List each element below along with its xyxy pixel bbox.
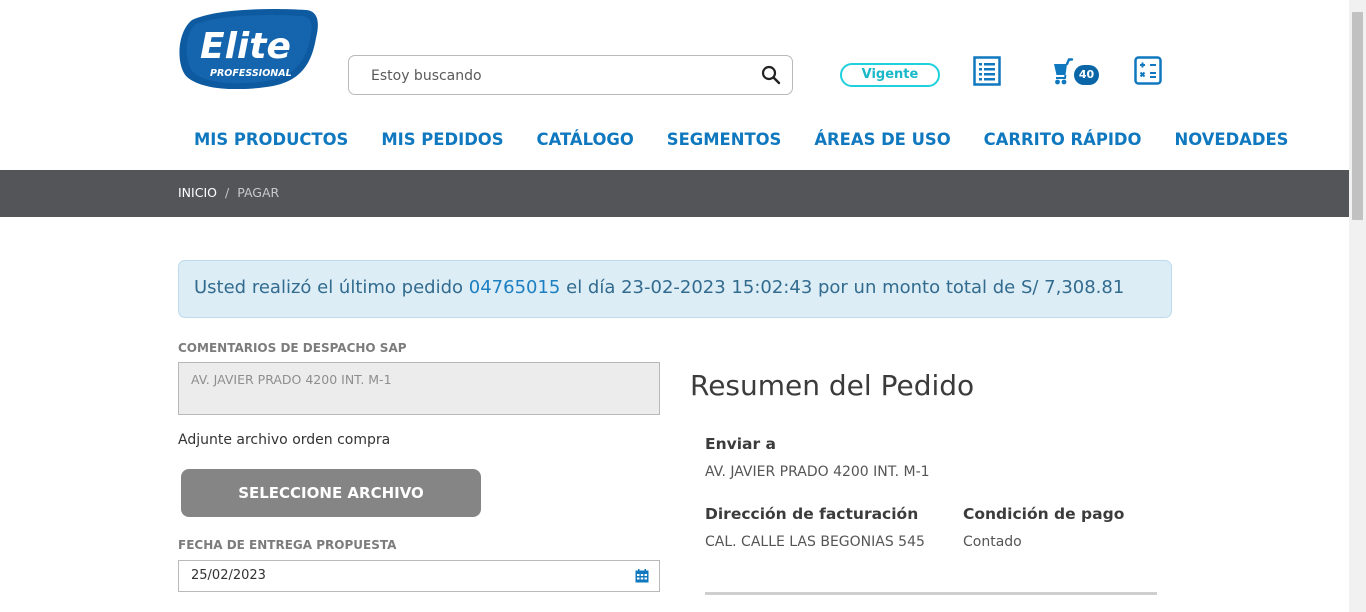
nav-segmentos[interactable]: SEGMENTOS <box>667 129 782 151</box>
billing-value: CAL. CALLE LAS BEGONIAS 545 <box>705 534 925 550</box>
search-input[interactable] <box>371 65 741 87</box>
alert-text: Usted realizó el último pedido 04765015 … <box>194 277 1124 298</box>
scrollbar-thumb[interactable] <box>1352 12 1363 220</box>
alert-details: el día 23-02-2023 15:02:43 por un monto … <box>566 277 1125 298</box>
nav-areas-de-uso[interactable]: ÁREAS DE USO <box>814 129 950 151</box>
delivery-date-field[interactable]: 25/02/2023 <box>178 560 660 592</box>
calendar-icon[interactable] <box>635 569 649 583</box>
last-order-alert: Usted realizó el último pedido 04765015 … <box>178 260 1172 318</box>
ship-to-value: AV. JAVIER PRADO 4200 INT. M-1 <box>705 464 930 480</box>
breadcrumb-current: PAGAR <box>237 185 280 200</box>
main-nav: MIS PRODUCTOS MIS PEDIDOS CATÁLOGO SEGME… <box>194 129 1321 151</box>
summary-divider <box>705 592 1157 595</box>
breadcrumb-home[interactable]: INICIO <box>178 185 217 200</box>
breadcrumb-bar: INICIO / PAGAR <box>0 170 1349 217</box>
svg-text:PROFESSIONAL: PROFESSIONAL <box>210 68 292 79</box>
comments-label: COMENTARIOS DE DESPACHO SAP <box>178 341 407 355</box>
billing-label: Dirección de facturación <box>705 505 919 523</box>
nav-carrito-rapido[interactable]: CARRITO RÁPIDO <box>984 129 1142 151</box>
date-value: 25/02/2023 <box>191 568 266 583</box>
page: Elite PROFESSIONAL Vigente 40 <box>0 0 1366 612</box>
page-scrollbar[interactable] <box>1349 0 1366 612</box>
search-box <box>348 55 793 95</box>
comments-field[interactable]: AV. JAVIER PRADO 4200 INT. M-1 <box>178 362 660 415</box>
date-label: FECHA DE ENTREGA PROPUESTA <box>178 538 397 552</box>
search-icon[interactable] <box>761 65 781 85</box>
payment-value: Contado <box>963 534 1022 550</box>
breadcrumb: INICIO / PAGAR <box>178 185 279 200</box>
elite-logo[interactable]: Elite PROFESSIONAL <box>178 6 319 89</box>
nav-catalogo[interactable]: CATÁLOGO <box>537 129 634 151</box>
svg-text:Elite: Elite <box>200 26 291 67</box>
breadcrumb-separator: / <box>224 185 230 200</box>
list-icon[interactable] <box>973 56 1001 86</box>
calculator-icon[interactable] <box>1134 56 1162 85</box>
status-badge[interactable]: Vigente <box>840 63 940 87</box>
select-file-button[interactable]: SELECCIONE ARCHIVO <box>181 469 481 517</box>
comments-value: AV. JAVIER PRADO 4200 INT. M-1 <box>191 372 392 387</box>
attach-label: Adjunte archivo orden compra <box>178 432 391 448</box>
cart-count-badge[interactable]: 40 <box>1074 65 1099 85</box>
order-number-link[interactable]: 04765015 <box>469 277 561 298</box>
summary-title: Resumen del Pedido <box>690 369 975 402</box>
nav-mis-productos[interactable]: MIS PRODUCTOS <box>194 129 348 151</box>
nav-novedades[interactable]: NOVEDADES <box>1174 129 1288 151</box>
ship-to-label: Enviar a <box>705 435 776 453</box>
payment-label: Condición de pago <box>963 505 1125 523</box>
nav-mis-pedidos[interactable]: MIS PEDIDOS <box>381 129 503 151</box>
alert-prefix: Usted realizó el último pedido <box>194 277 464 298</box>
